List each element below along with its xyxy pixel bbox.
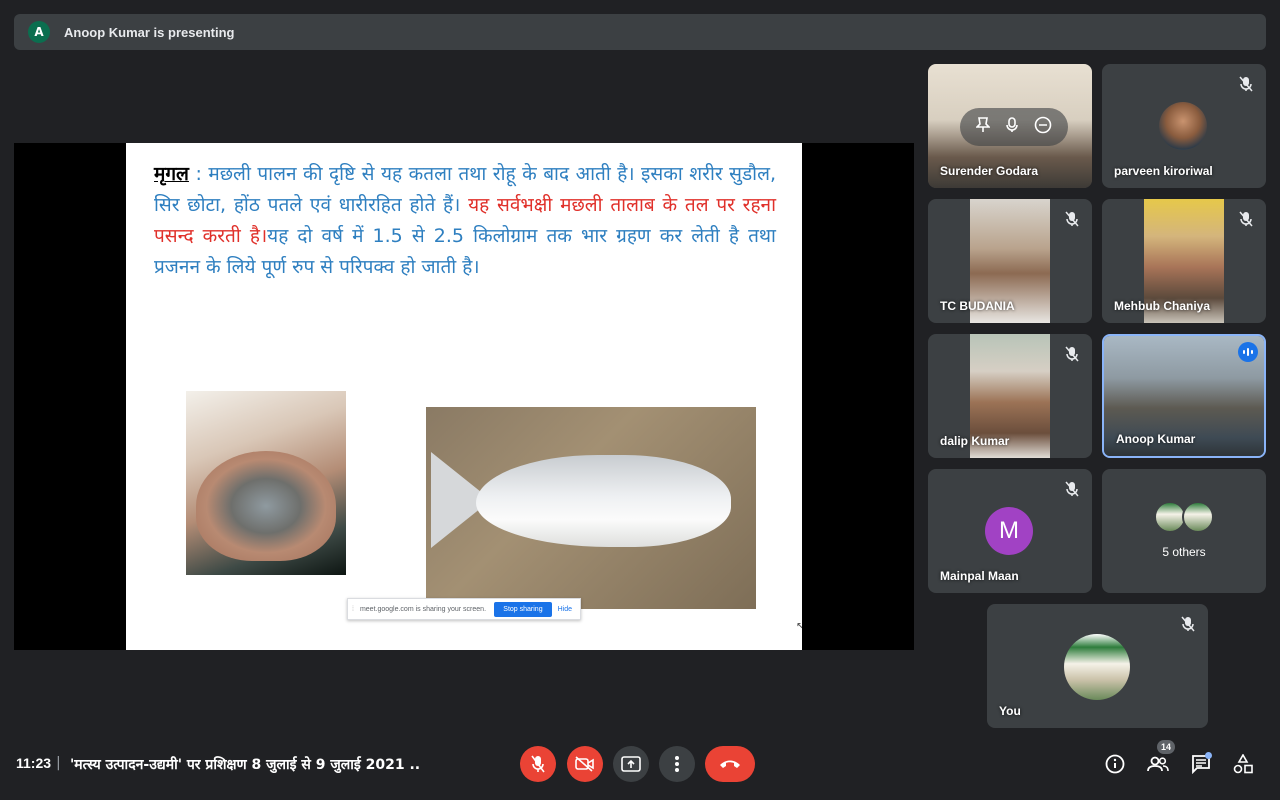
presenting-banner: A Anoop Kumar is presenting bbox=[14, 14, 1266, 50]
drag-handle-icon[interactable]: ⁞ bbox=[352, 606, 354, 613]
chat-notification-dot bbox=[1205, 752, 1212, 759]
people-button[interactable] bbox=[1146, 752, 1170, 776]
title-separator: | bbox=[56, 755, 61, 771]
present-icon bbox=[621, 756, 641, 772]
participant-name: You bbox=[999, 704, 1021, 718]
activities-icon bbox=[1233, 754, 1253, 774]
mic-off-icon bbox=[531, 755, 545, 773]
participant-name: TC BUDANIA bbox=[940, 299, 1015, 313]
muted-icon bbox=[1062, 209, 1082, 229]
hide-share-bar-button[interactable]: Hide bbox=[558, 606, 572, 613]
participant-name: Anoop Kumar bbox=[1116, 432, 1196, 446]
pin-icon[interactable] bbox=[975, 117, 991, 137]
participant-avatar: M bbox=[985, 507, 1033, 555]
fish-body bbox=[476, 455, 731, 547]
participant-tile-you[interactable]: You bbox=[987, 604, 1208, 728]
presenting-text: Anoop Kumar is presenting bbox=[64, 24, 235, 40]
camera-toggle-button[interactable] bbox=[567, 746, 603, 782]
screen-share-bar: ⁞ meet.google.com is sharing your screen… bbox=[347, 598, 581, 620]
mic-icon[interactable] bbox=[1006, 117, 1018, 137]
stop-sharing-button[interactable]: Stop sharing bbox=[494, 601, 552, 617]
participant-name: Surender Godara bbox=[940, 164, 1039, 178]
meeting-time: 11:23 bbox=[16, 755, 52, 771]
present-screen-button[interactable] bbox=[613, 746, 649, 782]
participant-tile-dalip[interactable]: dalip Kumar bbox=[928, 334, 1092, 458]
share-message: meet.google.com is sharing your screen. bbox=[359, 605, 487, 613]
presentation-slide: मृगल : मछली पालन की दृष्टि से यह कतला तथ… bbox=[126, 143, 802, 650]
others-count: 5 others bbox=[1162, 545, 1206, 559]
people-icon bbox=[1147, 756, 1169, 772]
participant-name: Mehbub Chaniya bbox=[1114, 299, 1211, 313]
info-icon bbox=[1105, 754, 1125, 774]
participant-tile-mainpal[interactable]: M Mainpal Maan bbox=[928, 469, 1092, 593]
participant-tile-others[interactable]: 5 others bbox=[1102, 469, 1266, 593]
participant-avatar bbox=[1159, 102, 1207, 150]
speaking-indicator-icon bbox=[1238, 342, 1258, 362]
camera-off-icon bbox=[575, 756, 594, 772]
hands-with-fish bbox=[196, 451, 336, 561]
muted-icon bbox=[1062, 479, 1082, 499]
participant-tile-mehbub[interactable]: Mehbub Chaniya bbox=[1102, 199, 1266, 323]
participant-tile-tc-budania[interactable]: TC BUDANIA bbox=[928, 199, 1092, 323]
cursor-icon: ↖ bbox=[796, 621, 802, 632]
muted-icon bbox=[1236, 209, 1256, 229]
muted-icon bbox=[1062, 344, 1082, 364]
activities-button[interactable] bbox=[1231, 752, 1255, 776]
remove-icon[interactable] bbox=[1034, 116, 1052, 138]
mic-toggle-button[interactable] bbox=[520, 746, 556, 782]
more-options-button[interactable] bbox=[659, 746, 695, 782]
participant-tile-anoop[interactable]: Anoop Kumar bbox=[1102, 334, 1266, 458]
presenter-avatar: A bbox=[28, 21, 50, 43]
end-call-icon bbox=[720, 760, 740, 768]
meeting-title: 'मत्स्य उत्पादन-उद्यमी' पर प्रशिक्षण 8 ज… bbox=[70, 757, 420, 773]
meeting-details-button[interactable] bbox=[1103, 752, 1127, 776]
participant-tile-surender[interactable]: Surender Godara bbox=[928, 64, 1092, 188]
participant-tile-parveen[interactable]: parveen kiroriwal bbox=[1102, 64, 1266, 188]
tile-controls bbox=[960, 108, 1068, 146]
participant-name: Mainpal Maan bbox=[940, 569, 1019, 583]
slide-text: मृगल : मछली पालन की दृष्टि से यह कतला तथ… bbox=[154, 159, 776, 283]
fish-fingerlings-photo bbox=[186, 391, 346, 575]
more-vert-icon bbox=[675, 756, 679, 772]
muted-icon bbox=[1178, 614, 1198, 634]
participant-name: dalip Kumar bbox=[940, 434, 1010, 448]
others-avatar-2 bbox=[1182, 501, 1214, 533]
slide-term: मृगल bbox=[154, 163, 189, 185]
leave-call-button[interactable] bbox=[705, 746, 755, 782]
mrigal-fish-photo bbox=[426, 407, 756, 609]
muted-icon bbox=[1236, 74, 1256, 94]
presentation-stage: मृगल : मछली पालन की दृष्टि से यह कतला तथ… bbox=[14, 143, 914, 650]
participant-name: parveen kiroriwal bbox=[1114, 164, 1213, 178]
self-avatar bbox=[1064, 634, 1130, 700]
